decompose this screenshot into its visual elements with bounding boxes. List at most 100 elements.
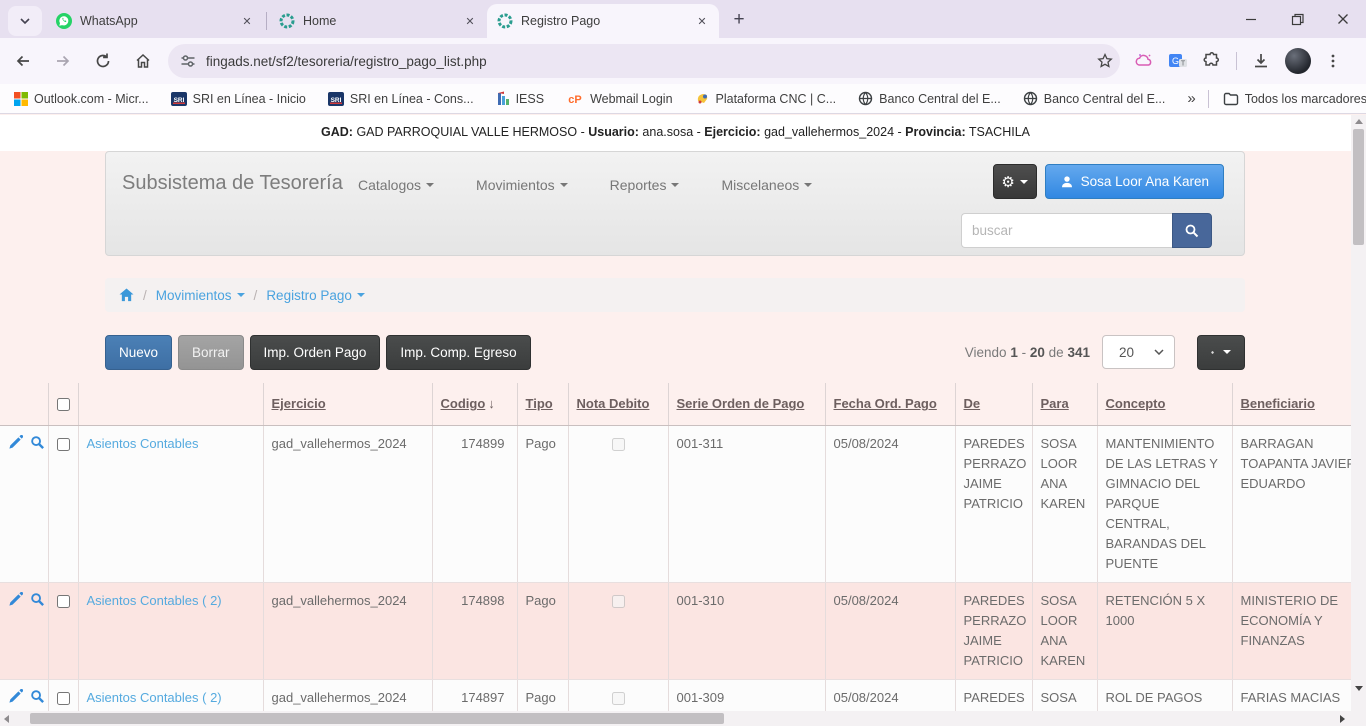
all-bookmarks-button[interactable]: Todos los marcadores (1223, 92, 1366, 106)
menu-miscelaneos[interactable]: Miscelaneos (721, 177, 812, 193)
col-beneficiario[interactable]: Beneficiario (1232, 383, 1351, 425)
col-concepto[interactable]: Concepto (1097, 383, 1232, 425)
caret-down-icon (1223, 350, 1231, 354)
tab-home[interactable]: Home ✕ (269, 4, 487, 38)
caret-down-icon (426, 183, 434, 187)
menu-movimientos[interactable]: Movimientos (476, 177, 568, 193)
view-magnifier-icon[interactable] (30, 435, 45, 450)
edit-pencil-icon[interactable] (8, 435, 23, 450)
google-translate-icon[interactable]: G T (1168, 51, 1188, 71)
bookmark-sri-consultas[interactable]: SRI SRI en Línea - Cons... (328, 91, 474, 107)
menu-reportes[interactable]: Reportes (610, 177, 680, 193)
search-input[interactable] (961, 213, 1172, 248)
search-button[interactable] (1172, 213, 1212, 248)
col-fecha[interactable]: Fecha Ord. Pago (825, 383, 955, 425)
tab-close-icon[interactable]: ✕ (693, 12, 711, 30)
view-magnifier-icon[interactable] (30, 592, 45, 607)
vertical-scroll-thumb[interactable] (1353, 129, 1364, 245)
col-de[interactable]: De (955, 383, 1032, 425)
close-window-button[interactable] (1320, 0, 1366, 38)
cell-para: SOSA LOOR ANA KAREN (1032, 425, 1097, 582)
bookmark-bce-1[interactable]: Banco Central del E... (858, 91, 1001, 106)
page-size-select[interactable]: 20 (1102, 335, 1175, 369)
row-actions (0, 425, 48, 582)
asientos-contables-link[interactable]: Asientos Contables (87, 436, 199, 451)
cell-codigo: 174899 (432, 425, 517, 582)
bookmark-iess[interactable]: IESS (496, 91, 545, 107)
new-tab-button[interactable]: + (725, 6, 753, 34)
cell-tipo: Pago (517, 679, 568, 711)
bookmark-sri-inicio[interactable]: SRI SRI en Línea - Inicio (171, 91, 306, 107)
bookmark-outlook[interactable]: Outlook.com - Micr... (14, 92, 149, 106)
row-checkbox[interactable] (57, 438, 70, 451)
downloads-icon[interactable] (1251, 51, 1271, 71)
borrar-button[interactable]: Borrar (178, 335, 244, 370)
scroll-up-arrow[interactable] (1355, 119, 1363, 124)
edit-pencil-icon[interactable] (8, 689, 23, 704)
browser-menu-icon[interactable] (1325, 53, 1341, 69)
row-checkbox[interactable] (57, 595, 70, 608)
tab-separator (266, 12, 267, 30)
globe-icon (1023, 91, 1038, 106)
window-controls (1228, 0, 1366, 38)
site-settings-icon[interactable] (180, 53, 196, 69)
bookmarks-right-group: » Todos los marcadores (1187, 90, 1366, 108)
edit-pencil-icon[interactable] (8, 592, 23, 607)
scroll-down-arrow[interactable] (1355, 686, 1363, 691)
bookmark-star-icon[interactable] (1096, 52, 1114, 70)
col-nota-debito[interactable]: Nota Debito (568, 383, 668, 425)
horizontal-scroll-thumb[interactable] (30, 713, 724, 724)
tab-close-icon[interactable]: ✕ (238, 12, 256, 30)
url-text[interactable]: fingads.net/sf2/tesoreria/registro_pago_… (206, 54, 1096, 69)
col-serie[interactable]: Serie Orden de Pago (668, 383, 825, 425)
bookmark-cnc[interactable]: Plataforma CNC | C... (695, 91, 837, 106)
horizontal-scrollbar[interactable] (0, 711, 1351, 726)
nuevo-button[interactable]: Nuevo (105, 335, 172, 370)
user-account-button[interactable]: Sosa Loor Ana Karen (1045, 164, 1224, 199)
scroll-left-arrow[interactable] (4, 715, 9, 723)
tab-close-icon[interactable]: ✕ (461, 12, 479, 30)
search-icon (1184, 223, 1200, 239)
weather-extension-icon[interactable] (1134, 51, 1154, 71)
forward-button[interactable] (46, 44, 80, 78)
profile-avatar[interactable] (1285, 48, 1311, 74)
breadcrumb-movimientos[interactable]: Movimientos (156, 288, 245, 303)
tab-strip: WhatsApp ✕ Home ✕ Registro Pago ✕ + (0, 0, 1366, 38)
home-icon[interactable] (119, 288, 134, 302)
address-bar[interactable]: fingads.net/sf2/tesoreria/registro_pago_… (168, 44, 1120, 78)
imp-comp-egreso-button[interactable]: Imp. Comp. Egreso (386, 335, 530, 370)
tab-registro-pago-active[interactable]: Registro Pago ✕ (487, 4, 719, 38)
table-row: Asientos Contables ( 2) gad_vallehermos_… (0, 582, 1351, 679)
iess-icon (496, 91, 510, 107)
restore-button[interactable] (1274, 0, 1320, 38)
fingads-favicon (279, 13, 295, 29)
view-magnifier-icon[interactable] (30, 689, 45, 704)
breadcrumb-registro-pago[interactable]: Registro Pago (266, 288, 365, 303)
minimize-button[interactable] (1228, 0, 1274, 38)
tab-whatsapp[interactable]: WhatsApp ✕ (46, 4, 264, 38)
col-para[interactable]: Para (1032, 383, 1097, 425)
imp-orden-pago-button[interactable]: Imp. Orden Pago (250, 335, 381, 370)
scroll-right-arrow[interactable] (1340, 715, 1345, 723)
row-checkbox[interactable] (57, 692, 70, 705)
extensions-puzzle-icon[interactable] (1202, 51, 1222, 71)
menu-catalogos[interactable]: Catalogos (358, 177, 434, 193)
row-select (48, 582, 78, 679)
svg-text:cP: cP (568, 94, 581, 106)
asientos-contables-link[interactable]: Asientos Contables ( 2) (87, 690, 222, 705)
col-codigo[interactable]: Codigo↓ (432, 383, 517, 425)
back-button[interactable] (6, 44, 40, 78)
print-button[interactable] (1197, 335, 1245, 370)
settings-gear-button[interactable]: ⚙ (993, 164, 1037, 199)
vertical-scrollbar[interactable] (1351, 115, 1366, 711)
bookmark-webmail[interactable]: cP Webmail Login (566, 92, 672, 106)
home-button[interactable] (126, 44, 160, 78)
tab-search-button[interactable] (8, 6, 42, 36)
bookmark-bce-2[interactable]: Banco Central del E... (1023, 91, 1166, 106)
col-ejercicio[interactable]: Ejercicio (263, 383, 432, 425)
col-tipo[interactable]: Tipo (517, 383, 568, 425)
bookmarks-overflow-button[interactable]: » (1187, 90, 1193, 107)
select-all-checkbox[interactable] (57, 398, 70, 411)
reload-button[interactable] (86, 44, 120, 78)
asientos-contables-link[interactable]: Asientos Contables ( 2) (87, 593, 222, 608)
